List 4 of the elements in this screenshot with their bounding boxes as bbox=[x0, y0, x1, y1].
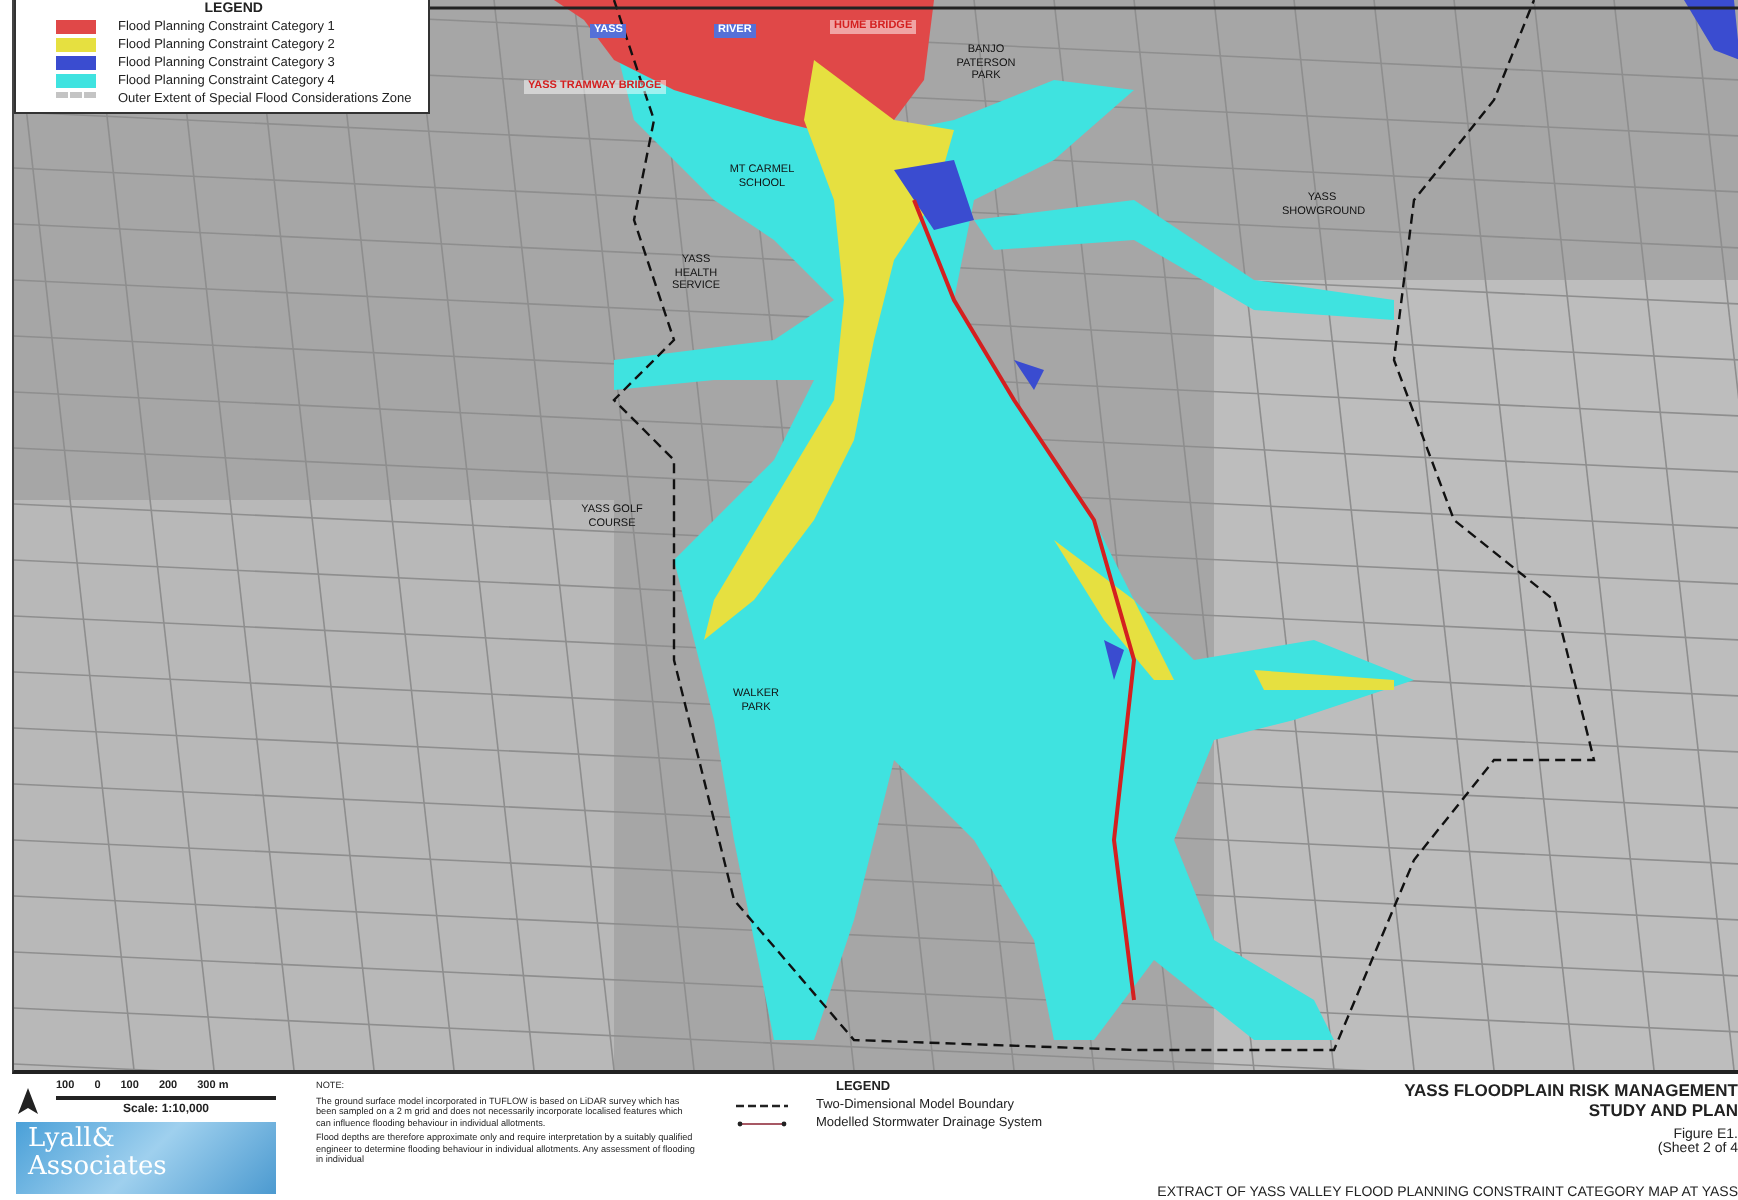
logo-text: Associates bbox=[28, 1154, 169, 1182]
logo-text: Lyall& bbox=[28, 1126, 117, 1154]
study-title: STUDY AND PLAN bbox=[1588, 1100, 1738, 1120]
study-title: YASS FLOODPLAIN RISK MANAGEMENT bbox=[1404, 1080, 1738, 1100]
